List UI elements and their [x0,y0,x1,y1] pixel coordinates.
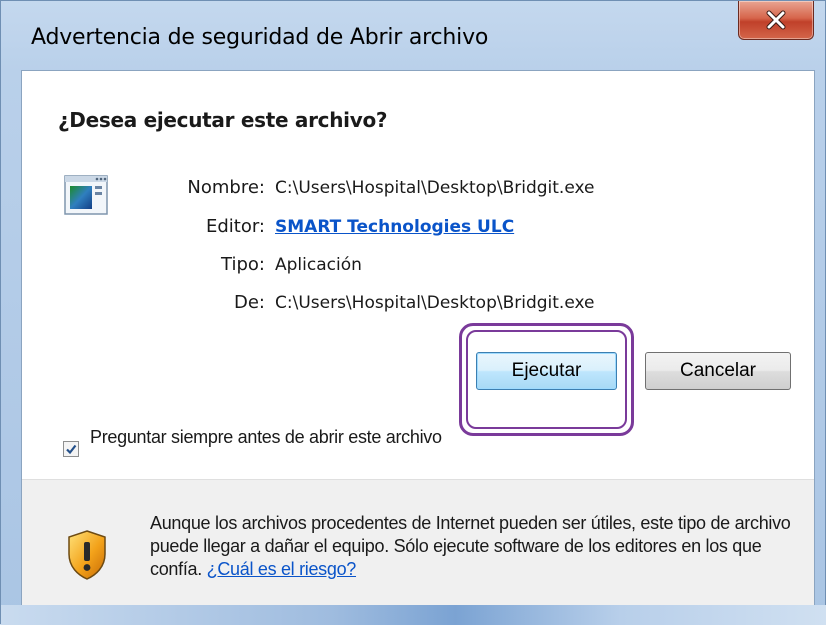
warning-shield-icon [68,530,106,580]
close-button[interactable] [738,1,814,40]
checkmark-icon [66,444,77,455]
cancel-button[interactable]: Cancelar [645,352,791,390]
window-title: Advertencia de seguridad de Abrir archiv… [31,25,489,50]
type-label: Tipo: [221,254,265,275]
run-button[interactable]: Ejecutar [476,352,617,390]
from-value: C:\Users\Hospital\Desktop\Bridgit.exe [275,293,595,313]
name-label: Nombre: [187,177,265,198]
security-warning-dialog: Advertencia de seguridad de Abrir archiv… [0,0,826,625]
application-icon [64,175,108,215]
dialog-content: ¿Desea ejecutar este archivo? Nombre: C:… [21,70,815,606]
warning-footer: Aunque los archivos procedentes de Inter… [22,479,814,606]
always-ask-label[interactable]: Preguntar siempre antes de abrir este ar… [90,426,470,448]
title-bar[interactable]: Advertencia de seguridad de Abrir archiv… [1,1,826,71]
dialog-question: ¿Desea ejecutar este archivo? [58,108,388,132]
risk-link[interactable]: ¿Cuál es el riesgo? [207,559,357,579]
type-value: Aplicación [275,255,362,275]
name-value: C:\Users\Hospital\Desktop\Bridgit.exe [275,178,595,198]
warning-message: Aunque los archivos procedentes de Inter… [150,512,810,581]
from-label: De: [234,292,265,313]
publisher-link[interactable]: SMART Technologies ULC [275,217,514,237]
publisher-label: Editor: [205,216,265,237]
always-ask-checkbox[interactable] [63,441,79,457]
window-bottom-border [1,605,826,625]
close-icon [766,10,786,30]
